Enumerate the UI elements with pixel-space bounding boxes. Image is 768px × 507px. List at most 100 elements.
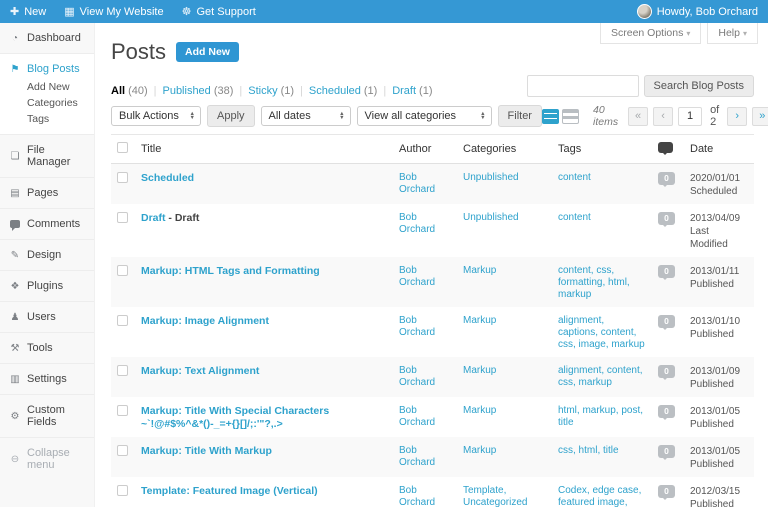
comment-count-bubble[interactable]: 0: [658, 265, 675, 278]
screen-options-tab[interactable]: Screen Options▾: [600, 23, 701, 44]
sidebar-item-pages[interactable]: ▤ Pages: [0, 177, 94, 208]
categories-links[interactable]: Unpublished: [463, 212, 519, 223]
sidebar-item-plugins[interactable]: ❖ Plugins: [0, 270, 94, 301]
author-link[interactable]: Bob Orchard: [399, 365, 435, 388]
topbar-view-site-button[interactable]: ▦ View My Website: [64, 5, 163, 18]
sidebar-item-tools[interactable]: ⚒ Tools: [0, 332, 94, 363]
categories-links[interactable]: Markup: [463, 265, 496, 276]
post-title-link[interactable]: Markup: Title With Markup: [141, 445, 272, 457]
tags-links[interactable]: alignment, captions, content, css, image…: [558, 315, 645, 350]
last-page-button[interactable]: »: [752, 107, 768, 126]
view-filter-link[interactable]: Published: [162, 85, 210, 97]
topbar-account-menu[interactable]: Howdy, Bob Orchard: [637, 4, 758, 19]
row-checkbox[interactable]: [117, 212, 128, 223]
search-input[interactable]: [527, 75, 639, 97]
first-page-button[interactable]: «: [628, 107, 648, 126]
topbar-support-button[interactable]: ☸ Get Support: [182, 5, 256, 18]
post-date: 2013/04/09: [690, 212, 748, 225]
add-new-button[interactable]: Add New: [176, 42, 239, 62]
categories-links[interactable]: Markup: [463, 405, 496, 416]
select-arrows-icon: ▲▼: [190, 112, 195, 121]
comment-bubble-icon[interactable]: [658, 142, 673, 153]
select-all-checkbox[interactable]: [117, 142, 128, 153]
posts-table: Title Author Categories Tags Date Schedu…: [111, 134, 754, 507]
next-page-button[interactable]: ›: [727, 107, 747, 126]
view-filter-link[interactable]: Sticky: [248, 85, 277, 97]
sidebar-item-custom-fields[interactable]: ⚙ Custom Fields: [0, 394, 94, 437]
comment-count-bubble[interactable]: 0: [658, 172, 675, 185]
comment-count-bubble[interactable]: 0: [658, 445, 675, 458]
post-title-link[interactable]: Markup: Text Alignment: [141, 365, 259, 377]
categories-filter-select[interactable]: View all categories ▲▼: [357, 106, 492, 126]
current-page-input[interactable]: [678, 107, 702, 126]
bulk-actions-select[interactable]: Bulk Actions ▲▼: [111, 106, 201, 126]
author-link[interactable]: Bob Orchard: [399, 172, 435, 195]
dates-filter-select[interactable]: All dates ▲▼: [261, 106, 351, 126]
categories-links[interactable]: Markup: [463, 445, 496, 456]
tags-links[interactable]: alignment, content, css, markup: [558, 365, 643, 388]
row-checkbox[interactable]: [117, 365, 128, 376]
post-title-link[interactable]: Scheduled: [141, 172, 194, 184]
col-header-date[interactable]: Date: [684, 135, 754, 164]
post-title-link[interactable]: Markup: Image Alignment: [141, 315, 269, 327]
author-link[interactable]: Bob Orchard: [399, 485, 435, 507]
tags-links[interactable]: css, html, title: [558, 445, 619, 456]
sidebar-item-file-manager[interactable]: ❏ File Manager: [0, 134, 94, 177]
author-link[interactable]: Bob Orchard: [399, 265, 435, 288]
view-filter-link[interactable]: Draft: [392, 85, 416, 97]
row-checkbox[interactable]: [117, 485, 128, 496]
sidebar-item-dashboard[interactable]: ◔ Dashboard: [0, 23, 94, 53]
post-title-link[interactable]: Markup: Title With Special Characters ~`…: [141, 405, 329, 430]
prev-page-button[interactable]: ‹: [653, 107, 673, 126]
sidebar-subitem-categories[interactable]: Categories: [27, 97, 88, 109]
sidebar-item-comments[interactable]: Comments: [0, 208, 94, 239]
sidebar-item-settings[interactable]: ▥ Settings: [0, 363, 94, 394]
categories-links[interactable]: Unpublished: [463, 172, 519, 183]
row-checkbox[interactable]: [117, 315, 128, 326]
search-posts-button[interactable]: Search Blog Posts: [644, 75, 755, 97]
sidebar-subitem-add-new[interactable]: Add New: [27, 81, 88, 93]
topbar-new-button[interactable]: ✚ New: [10, 5, 46, 18]
comment-count-bubble[interactable]: 0: [658, 365, 675, 378]
post-title-link[interactable]: Markup: HTML Tags and Formatting: [141, 265, 320, 277]
row-checkbox[interactable]: [117, 172, 128, 183]
excerpt-view-icon[interactable]: [562, 109, 579, 124]
table-row: Template: Featured Image (Vertical) Bob …: [111, 477, 754, 507]
comment-count-bubble[interactable]: 0: [658, 485, 675, 498]
post-title-link[interactable]: Draft - Draft: [141, 212, 199, 224]
view-filter-link[interactable]: All: [111, 85, 125, 97]
sidebar-subitem-tags[interactable]: Tags: [27, 113, 88, 125]
filter-button[interactable]: Filter: [498, 105, 542, 127]
author-link[interactable]: Bob Orchard: [399, 445, 435, 468]
row-checkbox[interactable]: [117, 265, 128, 276]
col-header-tags: Tags: [552, 135, 652, 164]
topbar-new-label: New: [24, 6, 46, 18]
author-link[interactable]: Bob Orchard: [399, 405, 435, 428]
help-tab[interactable]: Help▾: [707, 23, 758, 44]
categories-links[interactable]: Template, Uncategorized: [463, 485, 527, 507]
tags-links[interactable]: Codex, edge case, featured image, image,…: [558, 485, 641, 507]
post-title-link[interactable]: Template: Featured Image (Vertical): [141, 485, 318, 497]
row-checkbox[interactable]: [117, 445, 128, 456]
row-checkbox[interactable]: [117, 405, 128, 416]
sidebar-item-users[interactable]: ♟ Users: [0, 301, 94, 332]
view-filter-link[interactable]: Scheduled: [309, 85, 361, 97]
apply-button[interactable]: Apply: [207, 105, 255, 127]
tags-links[interactable]: html, markup, post, title: [558, 405, 643, 428]
comment-count-bubble[interactable]: 0: [658, 212, 675, 225]
author-link[interactable]: Bob Orchard: [399, 212, 435, 235]
tags-links[interactable]: content, css, formatting, html, markup: [558, 265, 630, 300]
col-header-title[interactable]: Title: [135, 135, 393, 164]
view-filter-count: (38): [214, 85, 234, 97]
sidebar-item-design[interactable]: ✎ Design: [0, 239, 94, 270]
categories-links[interactable]: Markup: [463, 315, 496, 326]
comment-count-bubble[interactable]: 0: [658, 315, 675, 328]
categories-links[interactable]: Markup: [463, 365, 496, 376]
sidebar-item-collapse-menu[interactable]: ⊖ Collapse menu: [0, 437, 94, 480]
tags-links[interactable]: content: [558, 212, 591, 223]
list-view-icon[interactable]: [542, 109, 559, 124]
author-link[interactable]: Bob Orchard: [399, 315, 435, 338]
sidebar-item-blog-posts[interactable]: ⚑ Blog Posts Add NewCategoriesTags: [0, 53, 94, 134]
tags-links[interactable]: content: [558, 172, 591, 183]
comment-count-bubble[interactable]: 0: [658, 405, 675, 418]
